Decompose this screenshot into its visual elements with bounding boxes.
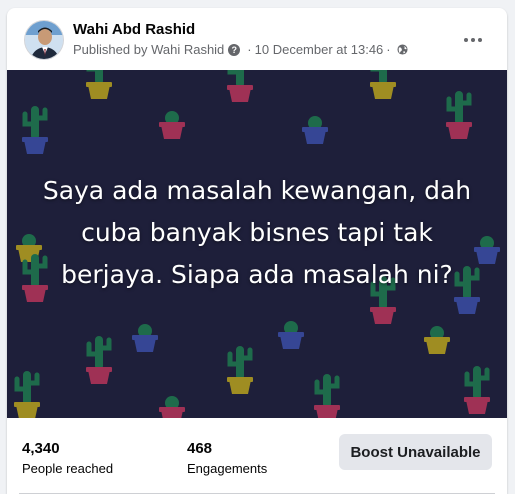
avatar[interactable] bbox=[24, 20, 64, 60]
post-date[interactable]: 10 December at 13:46 bbox=[255, 42, 384, 57]
avatar-image bbox=[25, 21, 63, 59]
separator-dot: · bbox=[386, 42, 391, 57]
engagements-label: Engagements bbox=[187, 461, 268, 476]
published-by-prefix: Published by bbox=[73, 42, 148, 57]
people-reached-value[interactable]: 4,340 bbox=[22, 440, 60, 457]
published-by-name[interactable]: Wahi Rashid bbox=[151, 42, 224, 57]
post-image[interactable]: Saya ada masalah kewangan, dah cuba bany… bbox=[7, 70, 507, 418]
post-header: Wahi Abd Rashid Published by Wahi Rashid… bbox=[7, 8, 507, 70]
people-reached-label: People reached bbox=[22, 461, 114, 476]
globe-icon[interactable] bbox=[397, 44, 408, 55]
separator-dot: · bbox=[247, 42, 252, 57]
post-meta: Published by Wahi Rashid ? · 10 December… bbox=[73, 42, 408, 57]
author-name[interactable]: Wahi Abd Rashid bbox=[73, 21, 195, 38]
more-options-icon[interactable] bbox=[455, 26, 491, 54]
help-icon[interactable]: ? bbox=[228, 43, 241, 56]
post-card: Wahi Abd Rashid Published by Wahi Rashid… bbox=[7, 8, 507, 494]
post-image-text: Saya ada masalah kewangan, dah cuba bany… bbox=[42, 176, 472, 289]
engagements-value[interactable]: 468 bbox=[187, 440, 212, 457]
insights-bar: 4,340 People reached 468 Engagements Boo… bbox=[7, 418, 507, 494]
boost-button[interactable]: Boost Unavailable bbox=[339, 434, 492, 470]
